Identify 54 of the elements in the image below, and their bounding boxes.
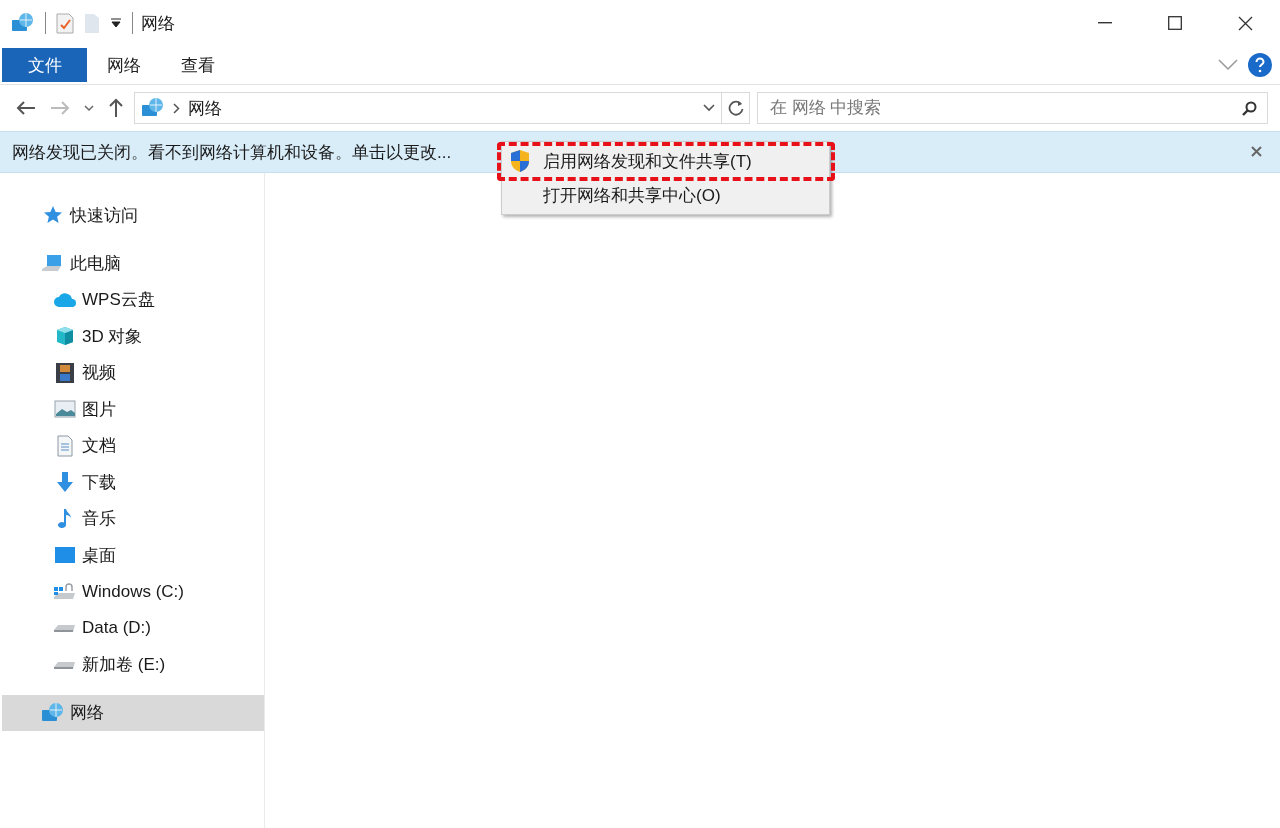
info-bar-message[interactable]: 网络发现已关闭。看不到网络计算机和设备。单击以更改... (12, 140, 452, 164)
search-field[interactable]: 在 网络 中搜索 (757, 92, 1268, 124)
refresh-icon[interactable] (727, 99, 744, 117)
nav-item[interactable]: 视频 (2, 354, 264, 391)
close-icon[interactable] (1237, 15, 1253, 31)
nav-item[interactable]: 快速访问 (2, 197, 264, 234)
nav-item[interactable]: 文档 (2, 427, 264, 464)
drive-icon (53, 622, 77, 635)
menu-item[interactable]: 打开网络和共享中心(O) (502, 178, 829, 212)
nav-item[interactable]: Data (D:) (2, 610, 264, 647)
properties-icon[interactable] (56, 12, 74, 34)
window-title: 网络 (141, 12, 175, 35)
chevron-icon (173, 102, 180, 114)
help-icon[interactable] (1248, 53, 1272, 77)
document-icon (56, 434, 74, 457)
search-input[interactable]: 在 网络 中搜索 (768, 97, 1242, 119)
back-arrow-icon[interactable] (16, 100, 36, 116)
network-icon (41, 701, 65, 724)
dropdown-icon[interactable] (110, 18, 122, 28)
menu-item[interactable]: 启用网络发现和文件共享(T) (502, 144, 829, 178)
recent-dropdown-icon[interactable] (84, 104, 94, 112)
nav-item[interactable]: 3D 对象 (2, 318, 264, 355)
minimize-icon[interactable] (1098, 22, 1112, 24)
music-note-icon (57, 507, 73, 530)
address-bar[interactable]: 网络 (134, 92, 750, 124)
breadcrumb[interactable]: 网络 (188, 96, 222, 120)
ribbon-tab[interactable]: 查看 (161, 48, 235, 82)
cloud-icon (53, 291, 77, 308)
film-icon (55, 361, 75, 384)
nav-item[interactable]: 图片 (2, 391, 264, 428)
nav-item[interactable]: 新加卷 (E:) (2, 646, 264, 683)
up-arrow-icon[interactable] (108, 98, 124, 118)
file-menu-button[interactable]: 文件 (2, 48, 87, 82)
cube-icon (54, 325, 76, 348)
search-icon[interactable] (1242, 100, 1257, 116)
nav-item[interactable]: Windows (C:) (2, 573, 264, 610)
shield-icon (509, 149, 531, 173)
dropdown-icon[interactable] (703, 104, 715, 112)
network-icon (11, 12, 35, 34)
star-icon (43, 205, 63, 226)
expand-ribbon-icon[interactable] (1218, 59, 1238, 71)
network-icon (141, 97, 165, 119)
down-arrow-icon (55, 471, 75, 494)
nav-item[interactable]: WPS云盘 (2, 281, 264, 318)
nav-item[interactable]: 网络 (2, 694, 264, 731)
nav-item[interactable]: 下载 (2, 464, 264, 501)
nav-item[interactable]: 音乐 (2, 500, 264, 537)
nav-item[interactable]: 桌面 (2, 537, 264, 574)
ribbon-tab[interactable]: 网络 (87, 48, 161, 82)
drive-icon (53, 581, 77, 602)
nav-item[interactable]: 此电脑 (2, 245, 264, 282)
desktop-icon (54, 546, 76, 565)
maximize-icon[interactable] (1168, 16, 1182, 30)
picture-icon (54, 400, 76, 419)
